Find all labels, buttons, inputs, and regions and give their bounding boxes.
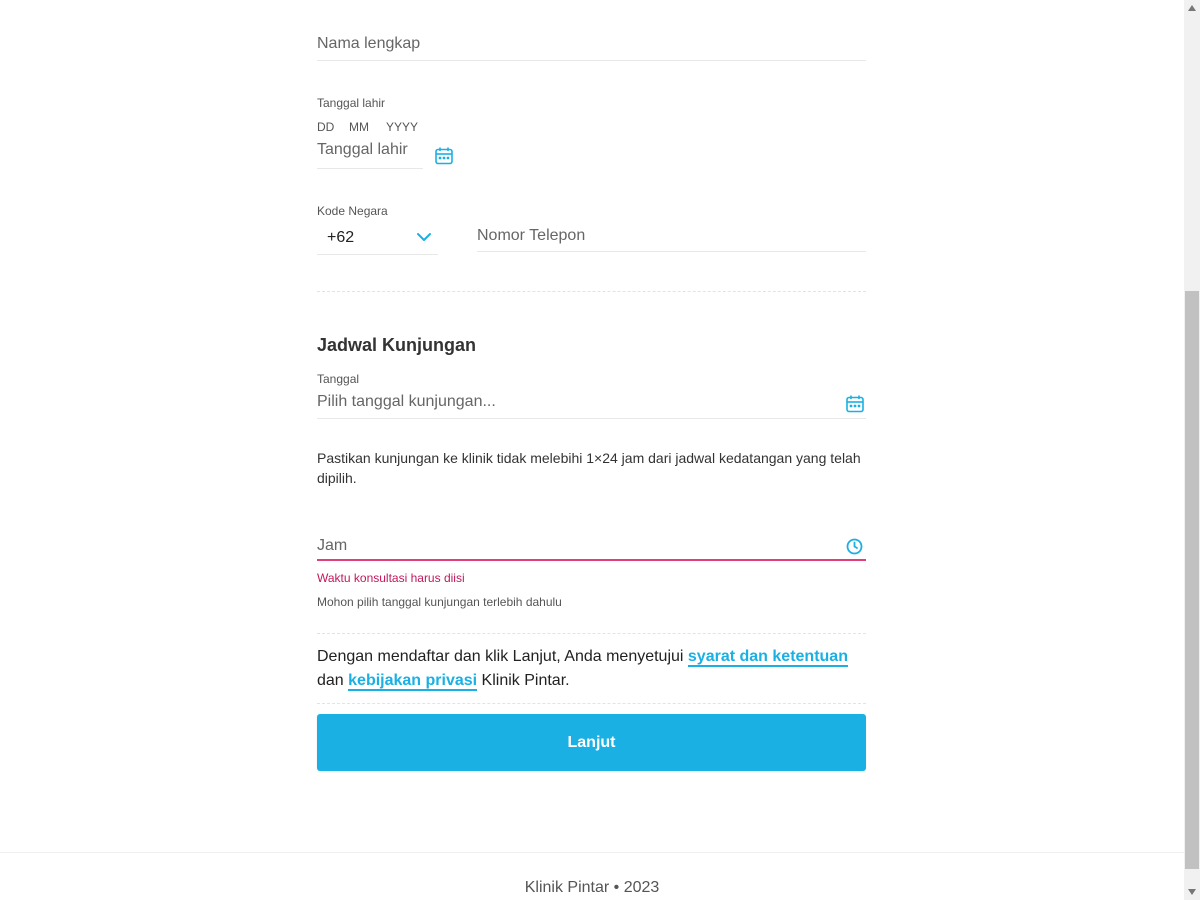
visit-note: Pastikan kunjungan ke klinik tidak meleb…: [317, 450, 861, 486]
dob-mask-dd: DD: [317, 120, 335, 134]
country-code-value: +62: [327, 229, 355, 246]
fullname-input[interactable]: Nama lengkap: [317, 35, 420, 53]
dob-underline: [317, 168, 423, 169]
phone-input[interactable]: Nomor Telepon: [477, 227, 585, 245]
calendar-icon[interactable]: [845, 394, 865, 414]
terms-link[interactable]: syarat dan ketentuan: [687, 648, 848, 667]
time-underline-error: [317, 559, 866, 561]
consent-prefix: Dengan mendaftar dan klik Lanjut, Anda m…: [317, 648, 688, 665]
time-error-message: Waktu konsultasi harus diisi: [317, 571, 465, 585]
section-divider: [317, 291, 866, 292]
scrollbar-thumb[interactable]: [1185, 291, 1199, 869]
dob-mask-yyyy: YYYY: [386, 120, 419, 134]
section-title: Jadwal Kunjungan: [317, 335, 477, 355]
consent-text: Dengan mendaftar dan klik Lanjut, Anda m…: [317, 645, 866, 693]
privacy-link[interactable]: kebijakan privasi: [348, 672, 478, 691]
dob-input[interactable]: Tanggal lahir: [317, 141, 408, 159]
visit-date-input[interactable]: Pilih tanggal kunjungan...: [317, 393, 837, 411]
phone-underline: [477, 251, 866, 252]
fullname-underline: [317, 60, 866, 61]
country-code-underline: [317, 254, 438, 255]
consent-divider-top: [317, 633, 866, 634]
time-input[interactable]: Jam: [317, 537, 837, 555]
clock-icon[interactable]: [846, 538, 863, 555]
time-hint: Mohon pilih tanggal kunjungan terlebih d…: [317, 595, 562, 609]
footer-divider: [0, 852, 1184, 853]
consent-divider-bottom: [317, 703, 866, 704]
calendar-icon[interactable]: [434, 146, 454, 166]
scroll-up-icon[interactable]: [1184, 0, 1200, 16]
scroll-down-icon[interactable]: [1184, 884, 1200, 900]
visit-date-label: Tanggal: [317, 372, 360, 386]
page: Nama lengkap Tanggal lahir DD MM YYYY Ta…: [0, 0, 1184, 900]
submit-button[interactable]: Lanjut: [317, 714, 866, 771]
consent-suffix: Klinik Pintar.: [477, 672, 570, 689]
country-code-label: Kode Negara: [317, 204, 388, 218]
dob-label: Tanggal lahir: [317, 96, 386, 110]
footer-text: Klinik Pintar • 2023: [524, 879, 660, 896]
chevron-down-icon: [416, 229, 432, 245]
country-code-select[interactable]: +62: [317, 226, 438, 254]
consent-middle: dan: [317, 672, 349, 689]
visit-date-underline: [317, 418, 866, 419]
dob-mask-mm: MM: [349, 120, 369, 134]
